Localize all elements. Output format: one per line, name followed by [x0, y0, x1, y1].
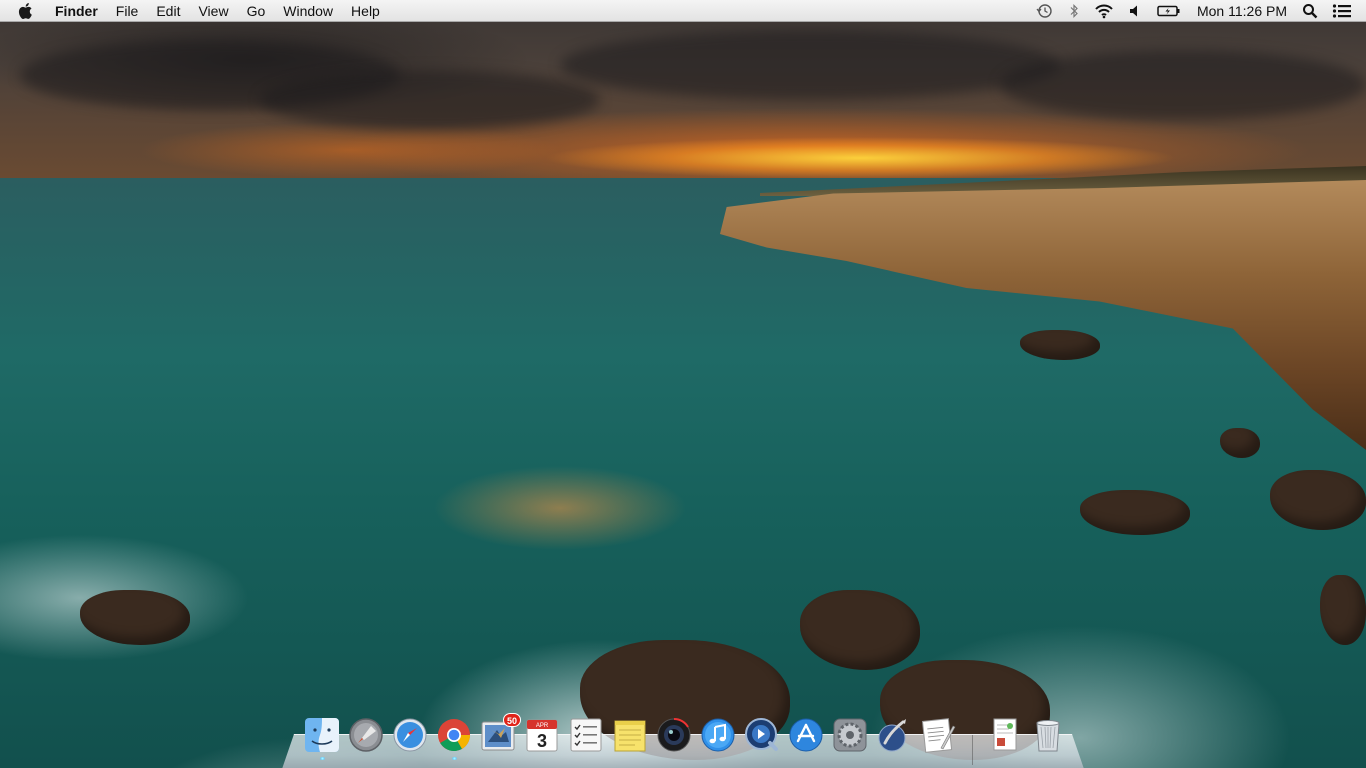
stickies-icon[interactable]: [611, 716, 649, 754]
apple-logo-icon[interactable]: [16, 1, 36, 21]
safari-icon[interactable]: [391, 716, 429, 754]
menu-view[interactable]: View: [189, 0, 237, 22]
menu-edit[interactable]: Edit: [147, 0, 189, 22]
notification-center-icon[interactable]: [1325, 0, 1366, 22]
textedit-icon[interactable]: [919, 716, 957, 754]
launchpad-icon[interactable]: [347, 716, 385, 754]
script-editor-icon[interactable]: [875, 716, 913, 754]
menu-window[interactable]: Window: [274, 0, 342, 22]
volume-icon[interactable]: [1121, 0, 1149, 22]
wifi-icon[interactable]: [1087, 0, 1121, 22]
calendar-date-text: 3: [537, 731, 547, 751]
menu-help[interactable]: Help: [342, 0, 389, 22]
photo-booth-icon[interactable]: [655, 716, 693, 754]
finder-icon[interactable]: [303, 716, 341, 760]
time-machine-icon[interactable]: [1029, 0, 1061, 22]
dock-divider: [972, 735, 973, 765]
app-store-icon[interactable]: [787, 716, 825, 754]
spotlight-search-icon[interactable]: [1295, 0, 1325, 22]
quicktime-icon[interactable]: [743, 716, 781, 754]
app-menu-finder[interactable]: Finder: [46, 0, 107, 22]
menu-file[interactable]: File: [107, 0, 148, 22]
battery-icon[interactable]: [1149, 0, 1189, 22]
desktop-wallpaper: [0, 0, 1366, 768]
calendar-icon[interactable]: APR 3: [523, 716, 561, 754]
menu-bar: Finder File Edit View Go Window Help Mon…: [0, 0, 1366, 22]
mail-icon[interactable]: 50: [479, 713, 521, 754]
reminders-icon[interactable]: [567, 716, 605, 754]
itunes-icon[interactable]: [699, 716, 737, 754]
documents-stack-icon[interactable]: [985, 716, 1023, 754]
system-preferences-icon[interactable]: [831, 716, 869, 754]
mail-unread-badge: 50: [502, 713, 521, 727]
bluetooth-icon[interactable]: [1061, 0, 1087, 22]
menubar-clock[interactable]: Mon 11:26 PM: [1189, 0, 1295, 22]
trash-icon[interactable]: [1029, 716, 1067, 754]
menu-go[interactable]: Go: [238, 0, 275, 22]
chrome-icon[interactable]: [435, 716, 473, 760]
calendar-month-text: APR: [536, 723, 549, 729]
